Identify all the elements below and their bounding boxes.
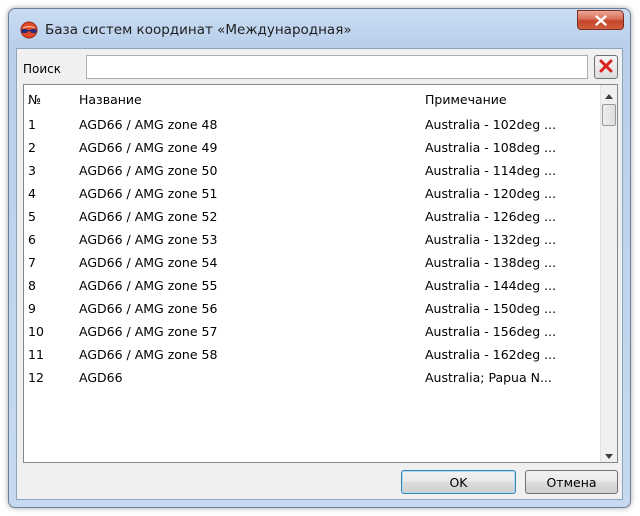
cell-note: Australia - 126deg ... (425, 209, 557, 224)
column-header-note[interactable]: Примечание (425, 85, 601, 111)
column-header-number[interactable]: № (28, 85, 72, 111)
cell-name: AGD66 / AMG zone 52 (79, 209, 218, 224)
globe-glasses-icon (20, 21, 38, 39)
table-row[interactable]: 5 AGD66 / AMG zone 52 Australia - 126deg .… (24, 205, 602, 228)
cell-note: Australia - 144deg ... (425, 278, 557, 293)
cell-number: 7 (28, 255, 36, 270)
scroll-up-button[interactable] (601, 85, 617, 102)
dialog-window: База систем координат «Международная» По… (8, 8, 631, 508)
table-row[interactable]: 4 AGD66 / AMG zone 51 Australia - 120deg .… (24, 182, 602, 205)
table-row[interactable]: 3 AGD66 / AMG zone 50 Australia - 114deg .… (24, 159, 602, 182)
cell-number: 9 (28, 301, 36, 316)
cell-number: 1 (28, 117, 36, 132)
table-row[interactable]: 12 AGD66 Australia; Papua N... (24, 366, 602, 389)
cell-number: 3 (28, 163, 36, 178)
table-header: № Название Примечание (24, 85, 602, 111)
scroll-thumb[interactable] (602, 104, 616, 126)
table-row[interactable]: 6 AGD66 / AMG zone 53 Australia - 132deg .… (24, 228, 602, 251)
scroll-down-arrow-icon (605, 444, 613, 462)
cell-number: 4 (28, 186, 36, 201)
cell-note: Australia - 102deg ... (425, 117, 557, 132)
cell-note: Australia - 114deg ... (425, 163, 557, 178)
window-title: База систем координат «Международная» (45, 22, 352, 38)
table-row[interactable]: 11 AGD66 / AMG zone 58 Australia - 162deg … (24, 343, 602, 366)
cell-note: Australia - 120deg ... (425, 186, 557, 201)
cell-name: AGD66 / AMG zone 50 (79, 163, 218, 178)
search-label: Поиск (23, 62, 62, 76)
cell-name: AGD66 / AMG zone 54 (79, 255, 218, 270)
cell-number: 6 (28, 232, 36, 247)
vertical-scrollbar[interactable] (600, 85, 617, 462)
cell-name: AGD66 / AMG zone 51 (79, 186, 218, 201)
clear-search-button[interactable] (594, 55, 618, 79)
close-button[interactable] (577, 10, 624, 30)
ok-button[interactable]: OK (401, 470, 516, 494)
dialog-content: Поиск № Название Примечание 1 AGD66 / AMG… (16, 48, 623, 500)
search-input[interactable] (86, 55, 588, 79)
cell-note: Australia - 108deg ... (425, 140, 557, 155)
column-header-name[interactable]: Название (79, 85, 419, 111)
table-row[interactable]: 8 AGD66 / AMG zone 55 Australia - 144deg .… (24, 274, 602, 297)
cell-note: Australia - 132deg ... (425, 232, 557, 247)
cell-number: 10 (28, 324, 44, 339)
red-x-icon (599, 58, 613, 77)
table-row[interactable]: 1 AGD66 / AMG zone 48 Australia - 102deg .… (24, 113, 602, 136)
scroll-up-arrow-icon (605, 85, 613, 103)
cell-name: AGD66 / AMG zone 48 (79, 117, 218, 132)
cell-number: 11 (28, 347, 44, 362)
cell-name: AGD66 / AMG zone 55 (79, 278, 218, 293)
cell-name: AGD66 / AMG zone 57 (79, 324, 218, 339)
cell-name: AGD66 (79, 370, 123, 385)
table-body: 1 AGD66 / AMG zone 48 Australia - 102deg .… (24, 113, 602, 389)
cancel-button[interactable]: Отмена (525, 470, 618, 494)
title-bar[interactable]: База систем координат «Международная» (9, 9, 630, 49)
coordinate-systems-table[interactable]: № Название Примечание 1 AGD66 / AMG zone … (23, 84, 618, 463)
table-row[interactable]: 7 AGD66 / AMG zone 54 Australia - 138deg .… (24, 251, 602, 274)
cell-number: 8 (28, 278, 36, 293)
cell-name: AGD66 / AMG zone 56 (79, 301, 218, 316)
cell-note: Australia - 156deg ... (425, 324, 557, 339)
cell-note: Australia - 162deg ... (425, 347, 557, 362)
table-row[interactable]: 9 AGD66 / AMG zone 56 Australia - 150deg .… (24, 297, 602, 320)
cell-note: Australia; Papua N... (425, 370, 552, 385)
cell-name: AGD66 / AMG zone 53 (79, 232, 218, 247)
cell-note: Australia - 138deg ... (425, 255, 557, 270)
cell-note: Australia - 150deg ... (425, 301, 557, 316)
cell-number: 2 (28, 140, 36, 155)
close-icon (594, 11, 607, 30)
cell-name: AGD66 / AMG zone 58 (79, 347, 218, 362)
table-row[interactable]: 10 AGD66 / AMG zone 57 Australia - 156deg … (24, 320, 602, 343)
cell-name: AGD66 / AMG zone 49 (79, 140, 218, 155)
scroll-down-button[interactable] (601, 445, 617, 462)
table-row[interactable]: 2 AGD66 / AMG zone 49 Australia - 108deg .… (24, 136, 602, 159)
cell-number: 5 (28, 209, 36, 224)
cell-number: 12 (28, 370, 44, 385)
